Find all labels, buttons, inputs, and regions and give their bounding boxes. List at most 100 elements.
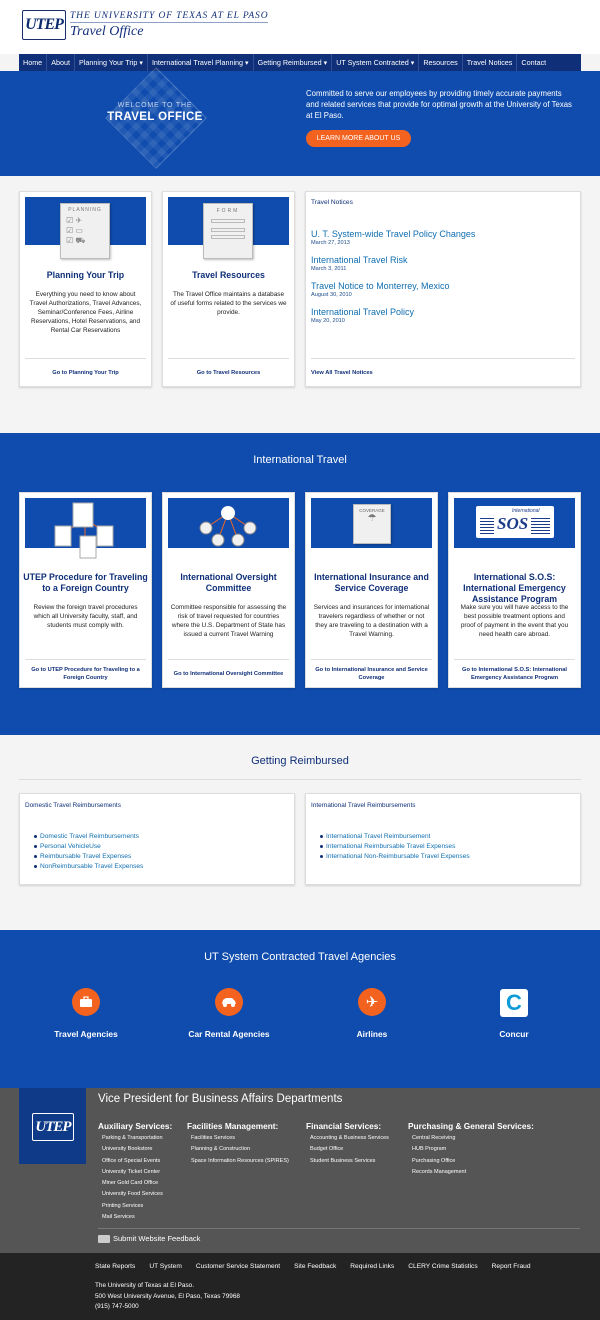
footer-link[interactable]: CLERY Crime Statistics bbox=[408, 1263, 477, 1270]
footer-link[interactable]: Site Feedback bbox=[294, 1263, 336, 1270]
travel-agencies-link[interactable]: Travel Agencies bbox=[26, 1029, 146, 1039]
dept-link[interactable]: Student Business Services bbox=[306, 1156, 389, 1167]
financial-column: Financial Services: Accounting & Busines… bbox=[306, 1121, 389, 1167]
dept-link[interactable]: Planning & Construction bbox=[187, 1144, 289, 1155]
utep-footer-logo[interactable]: UTEP bbox=[19, 1088, 86, 1164]
intl-card-title[interactable]: International Insurance and Service Cove… bbox=[306, 572, 437, 594]
dept-link[interactable]: Records Management bbox=[408, 1167, 534, 1178]
concur-logo[interactable]: C bbox=[500, 989, 528, 1017]
intl-card-link[interactable]: Go to International Oversight Committee bbox=[168, 659, 289, 687]
footer-link[interactable]: UT System bbox=[149, 1263, 182, 1270]
planning-card-link[interactable]: Go to Planning Your Trip bbox=[25, 358, 146, 386]
nav-item-resources[interactable]: Resources bbox=[419, 54, 463, 71]
resources-card-link[interactable]: Go to Travel Resources bbox=[168, 358, 289, 386]
intl-card-sos: International SOS International S.O.S: I… bbox=[448, 492, 581, 688]
dept-link[interactable]: Office of Special Events bbox=[98, 1156, 172, 1167]
notices-heading: Travel Notices bbox=[311, 199, 353, 206]
notice-title[interactable]: International Travel Policy bbox=[311, 307, 414, 317]
hero-welcome-title: TRAVEL OFFICE bbox=[107, 111, 203, 123]
briefcase-icon[interactable] bbox=[72, 988, 100, 1016]
intl-card-link[interactable]: Go to UTEP Procedure for Traveling to a … bbox=[25, 659, 146, 687]
dept-link[interactable]: University Food Services bbox=[98, 1189, 172, 1200]
nav-item-contact[interactable]: Contact bbox=[517, 54, 550, 71]
dept-link[interactable]: HUB Program bbox=[408, 1144, 534, 1155]
intl-card-title[interactable]: UTEP Procedure for Traveling to a Foreig… bbox=[20, 572, 151, 594]
resources-image: FORM bbox=[168, 197, 289, 259]
intl-card-link[interactable]: Go to International S.O.S: International… bbox=[454, 659, 575, 687]
notice-title[interactable]: International Travel Risk bbox=[311, 255, 408, 265]
dept-link[interactable]: Central Receiving bbox=[408, 1133, 534, 1144]
intl-card-body: Review the foreign travel procedures whi… bbox=[33, 604, 138, 629]
dept-link[interactable]: Facilities Services bbox=[187, 1133, 289, 1144]
dept-link[interactable]: University Ticket Center bbox=[98, 1167, 172, 1178]
dept-link[interactable]: Parking & Transportation bbox=[98, 1133, 172, 1144]
list-item[interactable]: International Reimbursable Travel Expens… bbox=[320, 842, 470, 852]
dept-link[interactable]: Printing Services bbox=[98, 1201, 172, 1212]
footer-link[interactable]: Customer Service Statement bbox=[196, 1263, 280, 1270]
notice-title[interactable]: Travel Notice to Monterrey, Mexico bbox=[311, 281, 450, 291]
dept-link[interactable]: Budget Office bbox=[306, 1144, 389, 1155]
nav-item-home[interactable]: Home bbox=[19, 54, 48, 71]
dept-link[interactable]: Purchasing Office bbox=[408, 1156, 534, 1167]
domestic-heading[interactable]: Domestic Travel Reimbursements bbox=[25, 802, 121, 809]
resources-card-body: The Travel Office maintains a database o… bbox=[170, 291, 287, 316]
umbrella-icon: ☂ bbox=[367, 513, 377, 524]
dept-link[interactable]: Space Information Resources (SPIRES) bbox=[187, 1156, 289, 1167]
list-item[interactable]: Domestic Travel Reimbursements bbox=[33, 832, 143, 842]
international-title: International Travel bbox=[253, 454, 347, 466]
list-item[interactable]: International Travel Reimbursement bbox=[320, 832, 470, 842]
utep-logo[interactable]: UTEP bbox=[22, 10, 66, 40]
dept-link[interactable]: University Bookstore bbox=[98, 1144, 172, 1155]
list-item[interactable]: NonReimbursable Travel Expenses bbox=[33, 862, 143, 872]
nav-item-about[interactable]: About bbox=[47, 54, 75, 71]
footer-logo-text: UTEP bbox=[32, 1113, 74, 1141]
footer-link[interactable]: State Reports bbox=[95, 1263, 135, 1270]
column-heading: Auxiliary Services: bbox=[98, 1121, 173, 1131]
agencies-section: UT System Contracted Travel Agencies Tra… bbox=[0, 930, 600, 1088]
airlines-link[interactable]: Airlines bbox=[312, 1029, 432, 1039]
committee-icon bbox=[168, 498, 289, 548]
travel-notices-card: Travel Notices U. T. System-wide Travel … bbox=[305, 191, 581, 387]
intl-card-body: Committee responsible for assessing the … bbox=[170, 604, 287, 638]
notice-date: March 27, 2013 bbox=[311, 240, 350, 246]
airplane-icon[interactable]: ✈ bbox=[358, 988, 386, 1016]
list-item[interactable]: International Non-Reimbursable Travel Ex… bbox=[320, 852, 470, 862]
international-heading[interactable]: International Travel Reimbursements bbox=[311, 802, 415, 809]
site-footer: State Reports UT System Customer Service… bbox=[0, 1253, 600, 1320]
coverage-icon: COVERAGE ☂ bbox=[311, 498, 432, 548]
intl-card-title[interactable]: International Oversight Committee bbox=[163, 572, 294, 594]
notice-date: March 3, 2011 bbox=[311, 266, 347, 272]
list-item[interactable]: Reimbursable Travel Expenses bbox=[33, 852, 143, 862]
resources-card-title[interactable]: Travel Resources bbox=[163, 270, 294, 281]
intl-card-body: Services and insurances for internationa… bbox=[313, 604, 430, 638]
vp-title: Vice President for Business Affairs Depa… bbox=[98, 1093, 343, 1105]
footer-link[interactable]: Required Links bbox=[350, 1263, 394, 1270]
nav-item-notices[interactable]: Travel Notices bbox=[463, 54, 518, 71]
view-all-notices-link[interactable]: View All Travel Notices bbox=[311, 358, 575, 386]
address-line: The University of Texas at El Paso. bbox=[95, 1282, 194, 1289]
car-icon[interactable] bbox=[215, 988, 243, 1016]
site-title[interactable]: Travel Office bbox=[70, 24, 144, 40]
dept-link[interactable]: Miner Gold Card Office bbox=[98, 1178, 172, 1189]
intl-card-title[interactable]: International S.O.S: International Emerg… bbox=[449, 572, 580, 605]
concur-link[interactable]: Concur bbox=[454, 1029, 574, 1039]
domestic-list: Domestic Travel Reimbursements Personal … bbox=[33, 832, 143, 872]
planning-checklist-icon: ☑ ✈ ☑ ▭ ☑ ⛟ bbox=[66, 216, 86, 245]
planning-card-title[interactable]: Planning Your Trip bbox=[20, 270, 151, 281]
intl-card-link[interactable]: Go to International Insurance and Servic… bbox=[311, 659, 432, 687]
nav-item-reimbursed[interactable]: Getting Reimbursed ▾ bbox=[254, 54, 333, 71]
nav-item-ut-system[interactable]: UT System Contracted ▾ bbox=[332, 54, 420, 71]
divider bbox=[98, 1228, 580, 1229]
feedback-link[interactable]: Submit Website Feedback bbox=[98, 1234, 200, 1243]
car-rental-link[interactable]: Car Rental Agencies bbox=[169, 1029, 289, 1039]
dept-link[interactable]: Mail Services bbox=[98, 1212, 172, 1223]
learn-more-button[interactable]: LEARN MORE ABOUT US bbox=[306, 130, 411, 147]
university-name[interactable]: THE UNIVERSITY OF TEXAS AT EL PASO bbox=[70, 11, 269, 23]
footer-link[interactable]: Report Fraud bbox=[492, 1263, 531, 1270]
domestic-reimbursement-card: Domestic Travel Reimbursements Domestic … bbox=[19, 793, 295, 885]
sos-logo: International SOS bbox=[454, 498, 575, 548]
dept-link[interactable]: Accounting & Business Services bbox=[306, 1133, 389, 1144]
notice-title[interactable]: U. T. System-wide Travel Policy Changes bbox=[311, 229, 475, 239]
planning-image-label: PLANNING bbox=[68, 207, 102, 213]
list-item[interactable]: Personal VehicleUse bbox=[33, 842, 143, 852]
